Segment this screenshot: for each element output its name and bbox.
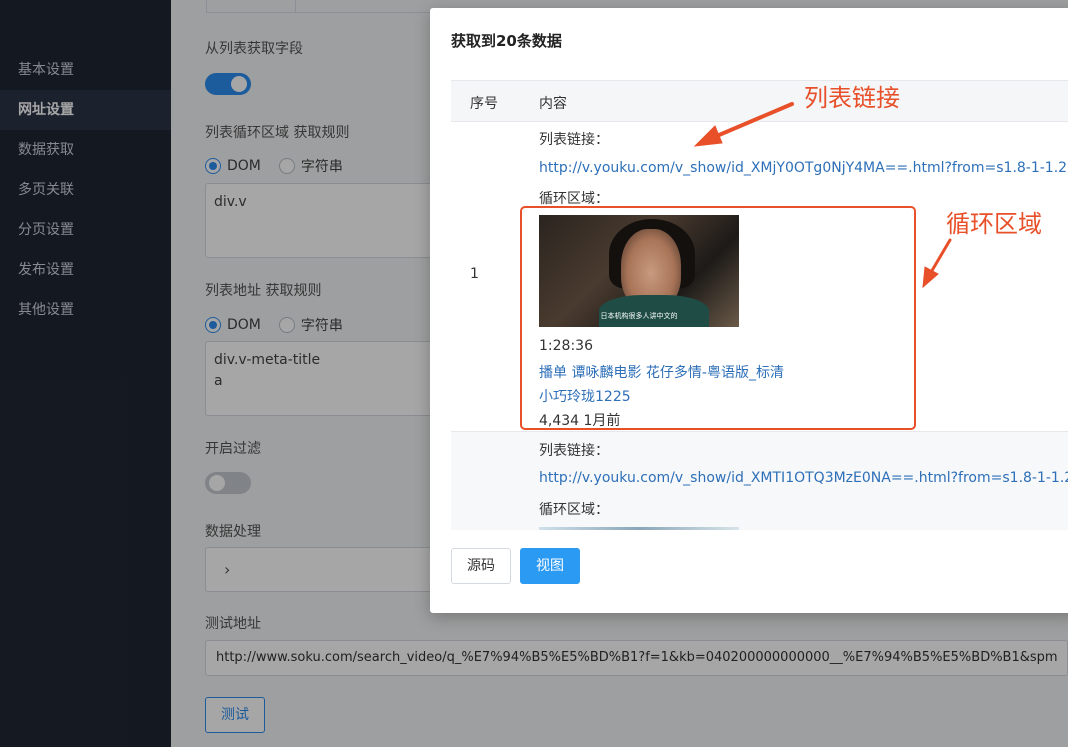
loop-region-label: 循环区域：: [539, 502, 609, 518]
list-link[interactable]: http://v.youku.com/v_show/id_XMTI1OTQ3Mz…: [539, 470, 1068, 486]
modal-title: 获取到20条数据: [451, 32, 562, 50]
annotation-loop-region: 循环区域: [946, 210, 1042, 238]
table-header: 序号 内容: [451, 80, 1068, 122]
source-button[interactable]: 源码: [451, 548, 511, 584]
view-button[interactable]: 视图: [520, 548, 580, 584]
loop-region-label: 循环区域：: [539, 191, 609, 207]
list-link-label: 列表链接：: [539, 443, 609, 459]
list-link-label: 列表链接：: [539, 132, 609, 148]
video-thumbnail-partial[interactable]: [539, 527, 739, 530]
table-row: 列表链接： http://v.youku.com/v_show/id_XMTI1…: [451, 432, 1068, 530]
column-header-index: 序号: [470, 96, 498, 112]
loop-region-highlight-box: [520, 206, 916, 430]
column-header-content: 内容: [539, 96, 567, 112]
annotation-list-link: 列表链接: [804, 84, 900, 112]
list-link[interactable]: http://v.youku.com/v_show/id_XMjY0OTg0Nj…: [539, 160, 1068, 176]
row-index: 1: [470, 266, 479, 282]
